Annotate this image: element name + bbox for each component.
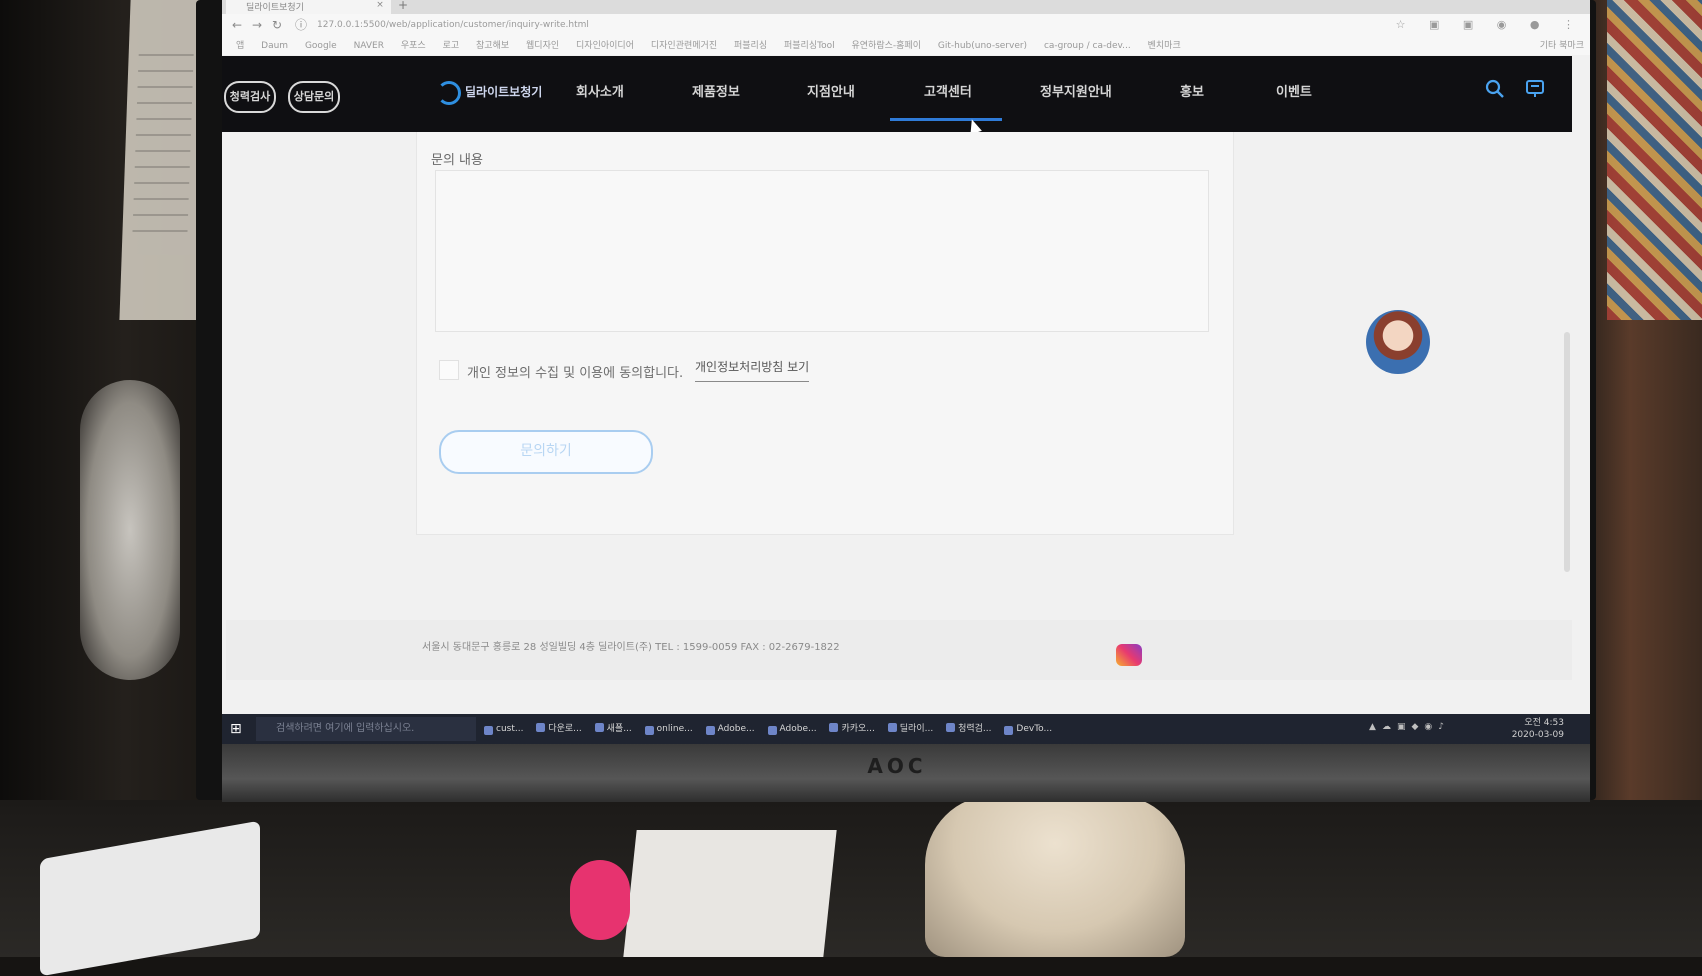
monitor-brand: AOC (867, 754, 927, 778)
bookmark-item[interactable]: 우포스 (401, 38, 426, 51)
taskbar: ⊞ 검색하려면 여기에 입력하십시오. cust... 다운로... 새폴...… (222, 714, 1590, 744)
poster (1607, 0, 1702, 320)
bookmark-item[interactable]: 퍼블리싱Tool (784, 38, 835, 51)
menu-products[interactable]: 제품정보 (692, 81, 740, 100)
bookmark-item[interactable]: 웹디자인 (526, 38, 559, 51)
taskbar-app[interactable]: online... (644, 724, 693, 735)
tab-close-icon[interactable]: × (374, 0, 386, 14)
bookmark-item[interactable]: Git-hub(uno-server) (938, 41, 1027, 51)
taskbar-app[interactable]: 새폴... (594, 721, 632, 734)
taskbar-apps: cust... 다운로... 새폴... online... Adobe... … (484, 721, 1062, 735)
back-arrow-icon[interactable]: ← (230, 18, 244, 32)
bookmarks-bar: 앱 Daum Google NAVER 우포스 로고 참고해보 웹디자인 디자인… (222, 38, 1590, 55)
taskbar-app[interactable]: Adobe... (767, 724, 817, 735)
browser-tab-strip: 딜라이트보청기 × + (222, 0, 1590, 14)
forward-arrow-icon[interactable]: → (250, 18, 264, 32)
clock-date: 2020-03-09 (1511, 730, 1564, 740)
taskbar-app[interactable]: Adobe... (705, 724, 755, 735)
bookmark-item[interactable]: Daum (261, 41, 288, 51)
taskbar-app[interactable]: 다운로... (536, 721, 582, 734)
menu-customer-center[interactable]: 고객센터 (924, 81, 972, 100)
reload-icon[interactable]: ↻ (270, 18, 284, 32)
bookmark-item[interactable]: 벤치마크 (1148, 38, 1181, 51)
chat-icon[interactable] (1524, 78, 1546, 100)
info-icon[interactable]: ⓘ (294, 18, 308, 32)
privacy-policy-link[interactable]: 개인정보처리방침 보기 (695, 358, 810, 382)
site-header: 청력검사 상담문의 딜라이트보청기 회사소개 제품정보 지점안내 고객센터 정부… (222, 56, 1572, 135)
taskbar-app[interactable]: 카카오... (829, 721, 875, 734)
new-tab-button[interactable]: + (398, 0, 408, 12)
bookmark-item[interactable]: 디자인관련메거진 (651, 38, 717, 51)
footer-address: 서울시 동대문구 홍릉로 28 성일빌딩 4층 딜라이트(주) TEL : 15… (422, 642, 840, 653)
site-footer: 서울시 동대문구 홍릉로 28 성일빌딩 4층 딜라이트(주) TEL : 15… (226, 620, 1572, 680)
taskbar-app[interactable]: 청력검... (946, 721, 992, 734)
address-bar[interactable]: 127.0.0.1:5500/web/application/customer/… (317, 20, 589, 30)
bookmark-item[interactable]: 참고해보 (476, 38, 509, 51)
instagram-icon[interactable] (1116, 644, 1142, 666)
bookmark-item[interactable]: NAVER (354, 41, 384, 51)
menu-company[interactable]: 회사소개 (576, 81, 624, 100)
windows-start-icon[interactable]: ⊞ (230, 721, 246, 737)
logo-mark-icon (437, 80, 461, 105)
bookmark-item[interactable]: 퍼블리싱 (734, 38, 767, 51)
bookmark-item[interactable]: 디자인아이디어 (576, 38, 634, 51)
menu-government-support[interactable]: 정부지원안내 (1040, 81, 1112, 100)
search-icon[interactable] (1484, 78, 1506, 100)
inquiry-form-card: 문의 내용 개인 정보의 수집 및 이용에 동의합니다. 개인정보처리방침 보기… (416, 132, 1234, 535)
taskbar-app[interactable]: cust... (484, 724, 523, 735)
system-tray-icons[interactable]: ▲☁▣◆◉♪ (1369, 722, 1450, 732)
logo-text: 딜라이트보청기 (465, 85, 543, 99)
taskbar-app[interactable]: 딜라이... (887, 721, 933, 734)
content-textarea[interactable] (435, 170, 1209, 332)
consult-button[interactable]: 상담문의 (288, 81, 340, 113)
menu-event[interactable]: 이벤트 (1276, 81, 1312, 100)
screen: 딜라이트보청기 × + ← → ↻ ⓘ 127.0.0.1:5500/web/a… (222, 0, 1590, 744)
hard-drive-case (925, 795, 1185, 957)
system-clock[interactable]: 오전 4:53 2020-03-09 (1512, 717, 1564, 741)
browser-tab-title: 딜라이트보청기 (246, 3, 304, 13)
bookmark-item[interactable]: ca-group / ca-dev... (1044, 41, 1131, 51)
bookmark-item[interactable]: 로고 (443, 38, 460, 51)
other-bookmarks[interactable]: 기타 북마크 (1540, 38, 1584, 51)
chat-agent-avatar[interactable] (1366, 310, 1430, 374)
browser-toolbar-icons[interactable]: ☆ ▣ ▣ ◉ ● ⋮ (1396, 18, 1584, 31)
bookmark-item[interactable]: 유연하람스-홈페이 (851, 38, 921, 51)
bookmark-item[interactable]: Google (305, 41, 337, 51)
content-label: 문의 내용 (431, 153, 483, 168)
scrollbar[interactable] (1564, 332, 1570, 572)
pink-object (570, 860, 630, 940)
menu-promotion[interactable]: 홍보 (1180, 81, 1204, 100)
hearing-test-button[interactable]: 청력검사 (224, 81, 276, 113)
browser-tab[interactable]: 딜라이트보청기 (226, 0, 391, 14)
menu-branches[interactable]: 지점안내 (807, 81, 855, 100)
active-menu-indicator (890, 118, 1002, 121)
paper-sheet (623, 830, 837, 957)
site-logo[interactable]: 딜라이트보청기 (437, 80, 543, 105)
headphone (80, 380, 180, 680)
agree-label: 개인 정보의 수집 및 이용에 동의합니다. (467, 366, 684, 381)
clock-time: 오전 4:53 (1524, 718, 1564, 728)
taskbar-search-input[interactable]: 검색하려면 여기에 입력하십시오. (256, 717, 476, 741)
bookmark-item[interactable]: 앱 (236, 38, 244, 51)
submit-inquiry-button[interactable]: 문의하기 (439, 430, 653, 474)
taskbar-app[interactable]: DevTo... (1004, 724, 1052, 735)
agree-checkbox[interactable] (439, 360, 459, 380)
